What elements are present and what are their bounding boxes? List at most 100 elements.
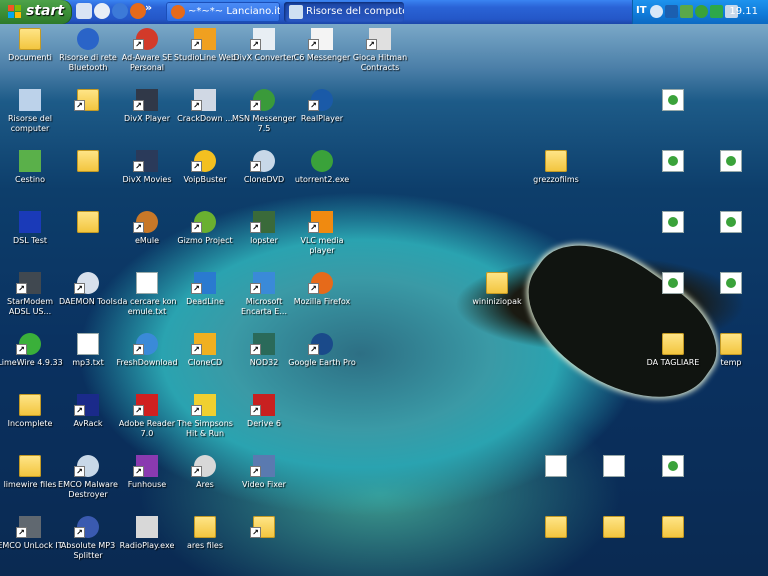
firefox-icon — [171, 5, 185, 19]
desktop-icon-mp3-txt[interactable]: mp3.txt — [60, 331, 116, 387]
studioline-icon — [192, 28, 216, 50]
desktop-icon-encarta[interactable]: Microsoft Encarta E... — [236, 270, 292, 326]
desktop-icon-utorrent-file[interactable] — [703, 148, 759, 204]
desktop-icon-c6-messenger[interactable]: C6 Messenger — [294, 26, 350, 82]
crackdown-icon — [192, 89, 216, 111]
network-icon[interactable] — [665, 5, 678, 18]
task-label: ~*~*~ Lanciano.it ~... — [188, 6, 280, 17]
icon-label: Ares — [196, 480, 214, 489]
desktop-icon-cestino[interactable]: Cestino — [2, 148, 58, 204]
desktop-icon-freshdownload[interactable]: FreshDownload — [116, 331, 178, 387]
desktop-icon-radioplay[interactable]: RadioPlay.exe — [119, 514, 175, 570]
desktop-icon-folder[interactable] — [60, 87, 116, 143]
desktop-icon-emule[interactable]: eMule — [119, 209, 175, 265]
desktop-icon-document[interactable] — [528, 453, 584, 509]
desktop-icon-ad-aware[interactable]: Ad-Aware SE Personal — [119, 26, 175, 82]
media-player-icon[interactable] — [94, 3, 110, 19]
desktop-icon-utorrent-file[interactable] — [645, 453, 701, 509]
desktop-icon-limewire[interactable]: LimeWire 4.9.33 — [0, 331, 63, 387]
desktop-icon-msn[interactable]: MSN Messenger 7.5 — [232, 87, 296, 143]
desktop-icon-folder[interactable] — [586, 514, 642, 570]
show-desktop-icon[interactable] — [76, 3, 92, 19]
desktop-icon-ares[interactable]: Ares — [177, 453, 233, 509]
desktop-icon-voipbuster[interactable]: VoipBuster — [177, 148, 233, 204]
msn-tray-icon[interactable] — [680, 5, 693, 18]
divx-movies-icon — [134, 150, 158, 172]
quick-launch-more-button[interactable]: » — [145, 1, 152, 14]
desktop-icon-folder[interactable] — [60, 148, 116, 204]
desktop-icon-wininiziopak[interactable]: wininiziopak — [469, 270, 525, 326]
language-indicator[interactable]: IT — [636, 5, 647, 16]
desktop-icon-folder[interactable] — [528, 514, 584, 570]
desktop-icon-daemon-tools[interactable]: DAEMON Tools — [59, 270, 117, 326]
desktop-icon-avrack[interactable]: AvRack — [60, 392, 116, 448]
desktop-icon-utorrent-file[interactable] — [645, 270, 701, 326]
msn-icon — [251, 89, 275, 111]
desktop-icon-lopster[interactable]: lopster — [236, 209, 292, 265]
internet-explorer-icon[interactable] — [112, 3, 128, 19]
desktop-icon-deadline[interactable]: DeadLine — [177, 270, 233, 326]
desktop-icon-hitman[interactable]: Gioca Hitman Contracts — [352, 26, 408, 82]
desktop-icon-folder[interactable] — [645, 514, 701, 570]
desktop-icon-emco-malware[interactable]: EMCO Malware Destroyer — [58, 453, 118, 509]
desktop-icon-gizmo[interactable]: Gizmo Project — [177, 209, 233, 265]
desktop-icon-studioline[interactable]: StudioLine Web — [174, 26, 236, 82]
firefox-icon[interactable] — [130, 3, 146, 19]
desktop-icon-limewire-files[interactable]: limewire files — [2, 453, 58, 509]
vlc-icon — [309, 211, 333, 233]
desktop-icon-crackdown[interactable]: CrackDown ... — [177, 87, 233, 143]
desktop-icon-da-tagliare[interactable]: DA TAGLIARE — [645, 331, 701, 387]
desktop-icon-grezzofilms[interactable]: grezzofilms — [528, 148, 584, 204]
desktop-icon-da-cercare[interactable]: da cercare kon emule.txt — [117, 270, 177, 326]
desktop-icon-mp3-splitter[interactable]: Absolute MP3 Splitter — [60, 514, 116, 570]
desktop-icon-utorrent-file[interactable] — [645, 148, 701, 204]
desktop-icon-funhouse[interactable]: Funhouse — [119, 453, 175, 509]
task-label: Risorse del computer — [306, 6, 404, 17]
desktop-icon-simpsons[interactable]: The Simpsons Hit & Run — [177, 392, 233, 448]
desktop-icon-video-fixer[interactable]: Video Fixer — [236, 453, 292, 509]
desktop-icon-divx-movies[interactable]: DivX Movies — [119, 148, 175, 204]
desktop-icon-clonedvd[interactable]: CloneDVD — [236, 148, 292, 204]
clock[interactable]: 19.11 — [729, 6, 758, 17]
document-file-icon — [545, 455, 567, 477]
desktop-icon-realplayer[interactable]: RealPlayer — [294, 87, 350, 143]
desktop-icon-utorrent-file[interactable] — [703, 209, 759, 265]
desktop-icon-derive[interactable]: Derive 6 — [236, 392, 292, 448]
task-risorse-del-computer[interactable]: Risorse del computer — [284, 2, 404, 22]
desktop-icon-utorrent-file[interactable] — [645, 87, 701, 143]
desktop-icon-nod32[interactable]: NOD32 — [236, 331, 292, 387]
desktop-icon-folder[interactable] — [60, 209, 116, 265]
desktop-icon-temp[interactable]: temp — [703, 331, 759, 387]
desktop-icon-document[interactable] — [586, 453, 642, 509]
desktop-icon-adobe-reader[interactable]: Adobe Reader 7.0 — [119, 392, 175, 448]
derive-icon — [251, 394, 275, 416]
icon-label: CloneCD — [187, 358, 223, 367]
computer-icon — [19, 89, 41, 111]
desktop-icon-google-earth[interactable]: Google Earth Pro — [288, 331, 356, 387]
desktop-icon-ares-files[interactable]: ares files — [177, 514, 233, 570]
task-lanciano[interactable]: ~*~*~ Lanciano.it ~... — [166, 2, 280, 22]
desktop-icon-vlc[interactable]: VLC media player — [294, 209, 350, 265]
desktop-icon-divx-player[interactable]: DivX Player — [119, 87, 175, 143]
desktop-icon-firefox[interactable]: Mozilla Firefox — [294, 270, 350, 326]
desktop-icon-utorrent-file[interactable] — [703, 270, 759, 326]
desktop-icon-incomplete[interactable]: Incomplete — [2, 392, 58, 448]
desktop-icon-dsl-test[interactable]: DSL Test — [2, 209, 58, 265]
desktop: Documenti Risorse di rete Bluetooth Ad-A… — [0, 24, 768, 576]
icon-label: temp — [720, 358, 742, 367]
desktop-icon-emco-unlock[interactable]: EMCO UnLock IT — [0, 514, 63, 570]
desktop-icon-risorse-computer[interactable]: Risorse del computer — [2, 87, 58, 143]
desktop-icon-folder[interactable] — [236, 514, 292, 570]
tray-arrow-icon[interactable] — [650, 5, 663, 18]
utorrent-tray-icon[interactable] — [695, 5, 708, 18]
desktop-icon-utorrent-file[interactable] — [645, 209, 701, 265]
desktop-icon-bluetooth[interactable]: Risorse di rete Bluetooth — [59, 26, 117, 82]
start-button[interactable]: start — [0, 0, 72, 24]
desktop-icon-starmodem[interactable]: StarModem ADSL US... — [2, 270, 58, 326]
desktop-icon-utorrent[interactable]: utorrent2.exe — [294, 148, 350, 204]
desktop-icon-divx-converter[interactable]: DivX Converter — [234, 26, 294, 82]
desktop-icon-documenti[interactable]: Documenti — [2, 26, 58, 82]
play-tray-icon[interactable] — [710, 5, 723, 18]
desktop-icon-clonecd[interactable]: CloneCD — [177, 331, 233, 387]
recycle-bin-icon — [19, 150, 41, 172]
